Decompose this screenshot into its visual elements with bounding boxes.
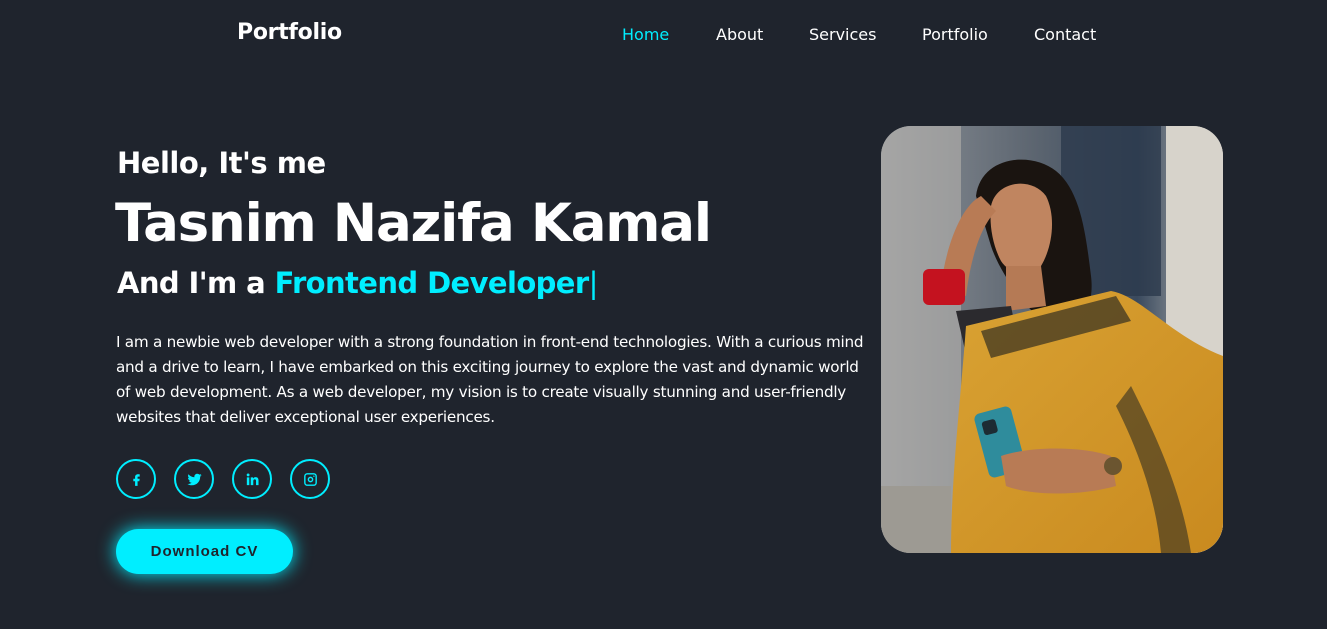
twitter-icon[interactable] [174,459,214,499]
hero-name: Tasnim Nazifa Kamal [115,193,712,254]
greeting: Hello, It's me [117,146,326,180]
nav-portfolio[interactable]: Portfolio [922,25,988,44]
role-prefix: And I'm a [117,266,266,300]
logo[interactable]: Portfolio [237,20,342,45]
nav-home[interactable]: Home [622,25,669,44]
profile-photo [881,126,1223,553]
bio-text: I am a newbie web developer with a stron… [116,333,864,426]
nav-services[interactable]: Services [809,25,876,44]
nav-contact[interactable]: Contact [1034,25,1096,44]
nav-about[interactable]: About [716,25,763,44]
portfolio-page: Portfolio Home About Services Portfolio … [0,0,1327,629]
role-text: Frontend Developer [274,266,590,300]
linkedin-icon[interactable] [232,459,272,499]
profile-photo-illustration [881,126,1223,553]
typing-cursor: | [588,266,599,300]
download-cv-button[interactable]: Download CV [116,529,293,574]
instagram-icon[interactable] [290,459,330,499]
role-line: And I'm a Frontend Developer| [117,266,598,300]
facebook-icon[interactable] [116,459,156,499]
